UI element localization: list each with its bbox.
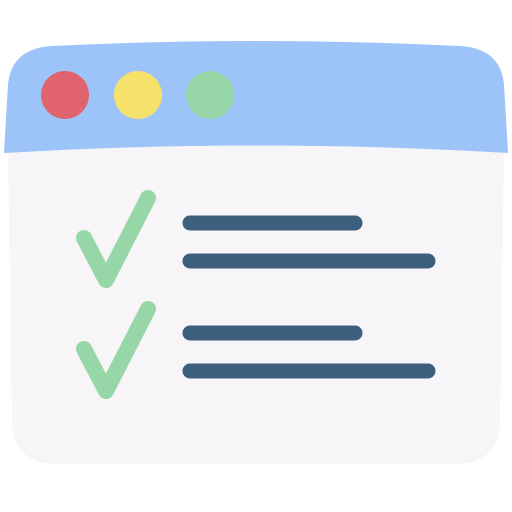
maximize-dot-icon[interactable] [186,71,234,119]
window-body [8,128,504,464]
illustration-canvas [4,41,508,464]
close-dot-icon[interactable] [41,71,89,119]
browser-checklist-illustration [0,0,512,512]
minimize-dot-icon[interactable] [114,71,162,119]
